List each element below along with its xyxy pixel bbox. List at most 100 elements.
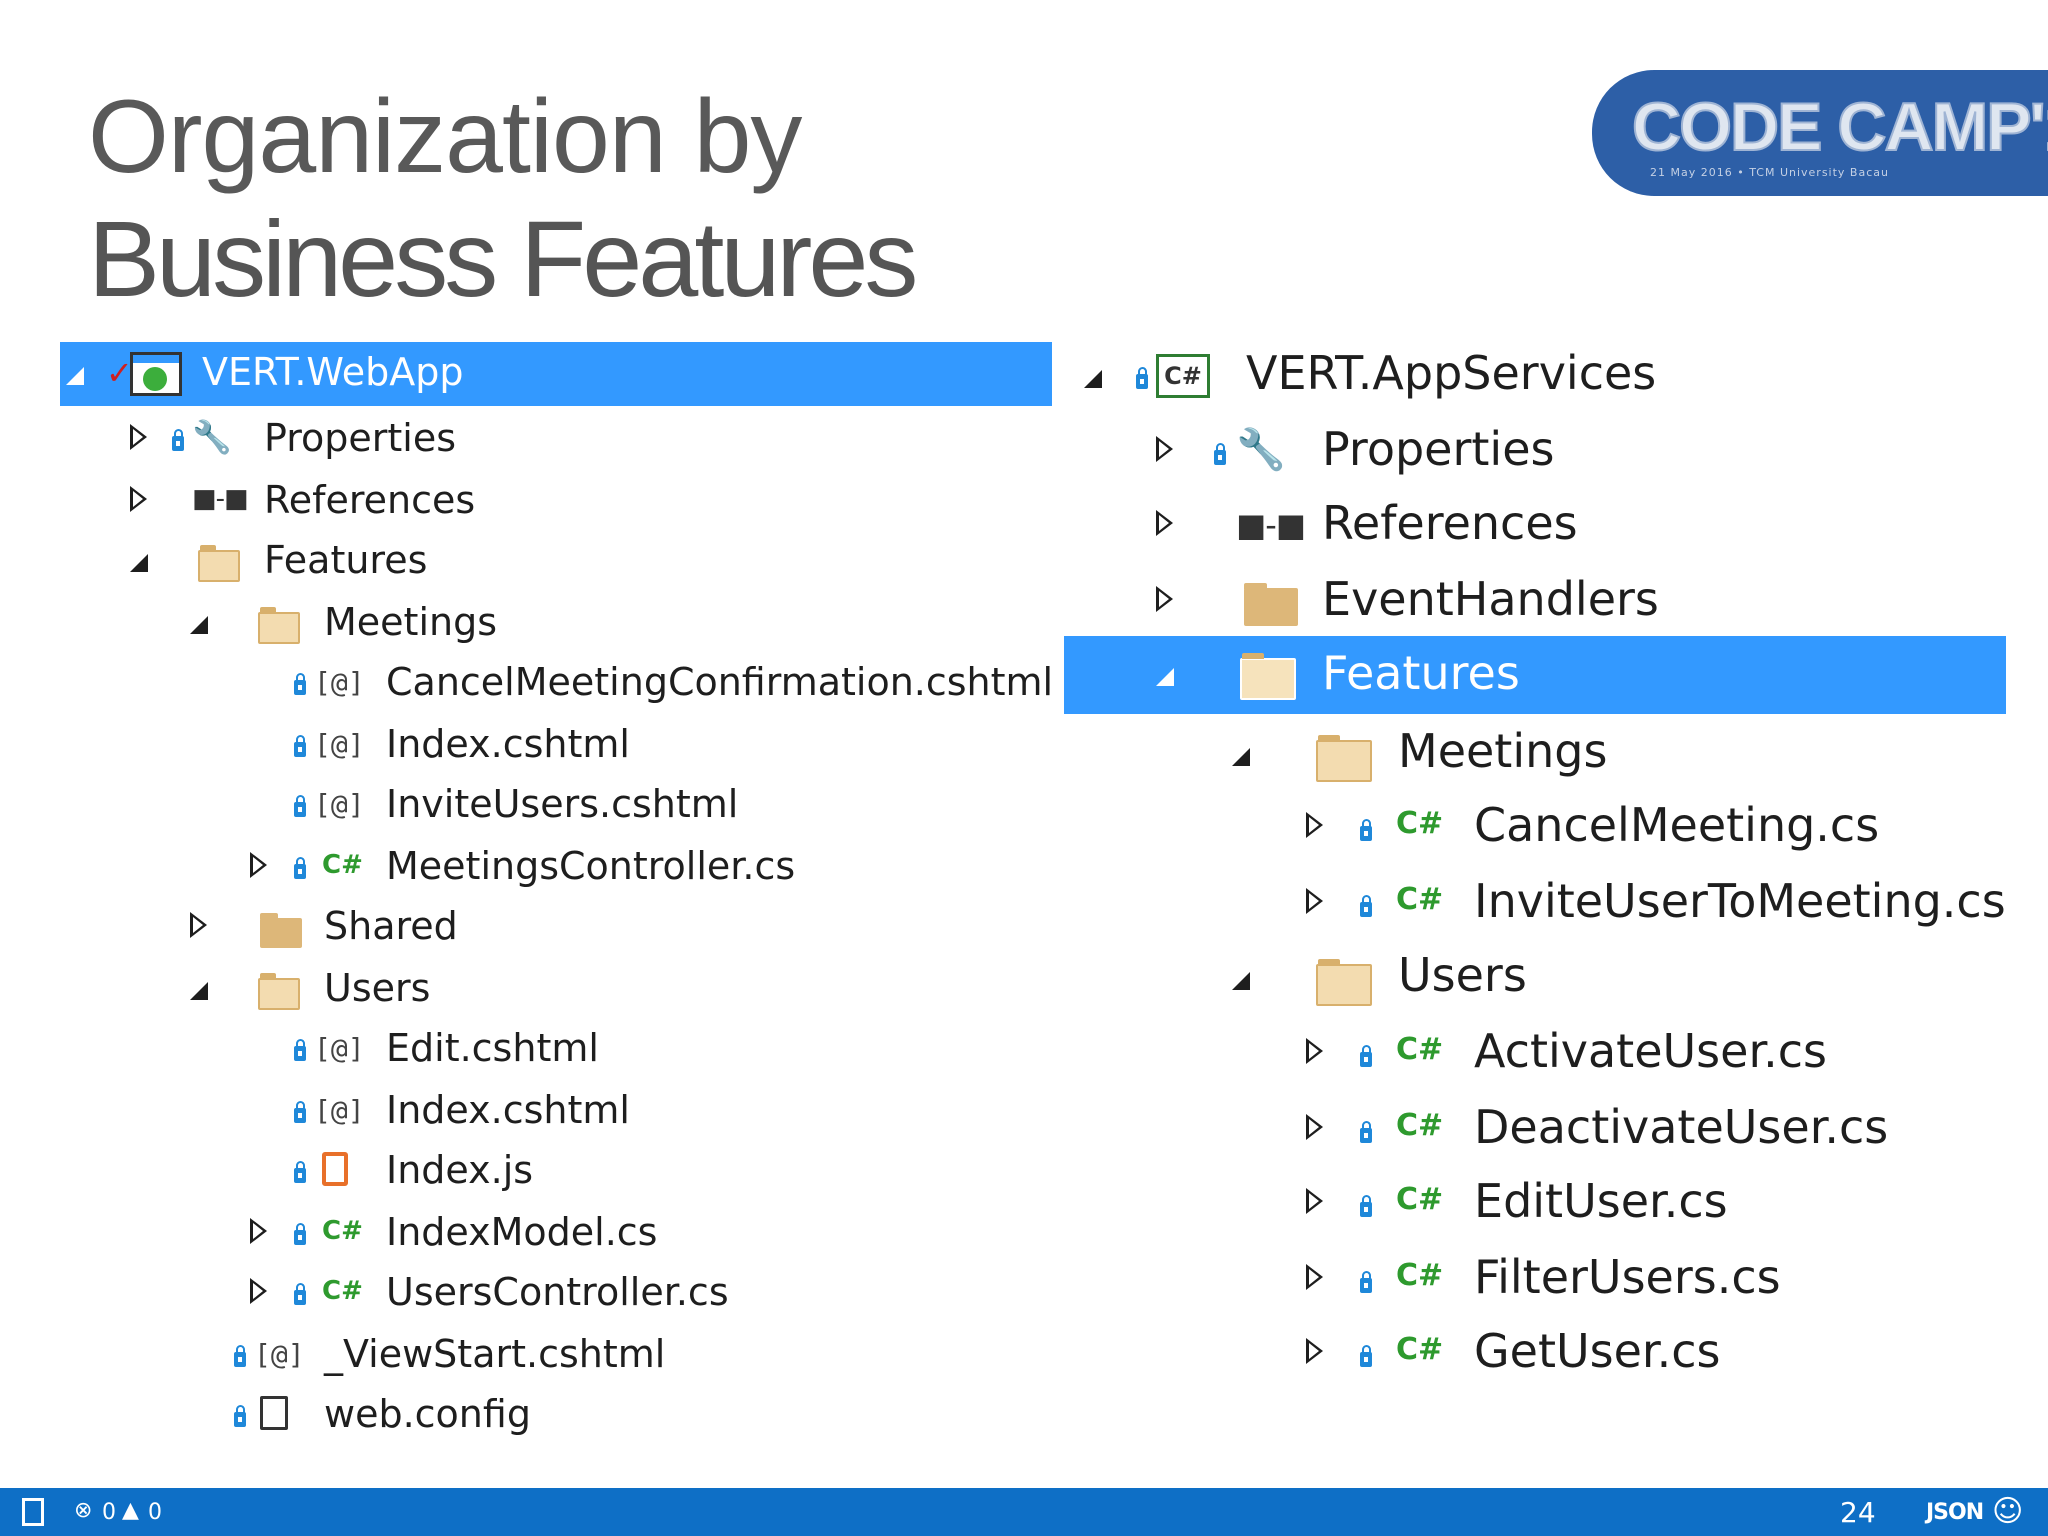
tree-node-users[interactable]: Users: [1064, 942, 2006, 1012]
tree-node-filter-users[interactable]: C# FilterUsers.cs: [1064, 1244, 2006, 1314]
error-icon[interactable]: ⊗: [74, 1498, 92, 1523]
open-folder-icon: [258, 973, 300, 1010]
tree-node-users-index-js[interactable]: Index.js: [60, 1142, 1052, 1198]
logo-text: CODE CAMP'16: [1631, 88, 2048, 166]
document-icon[interactable]: [22, 1498, 44, 1526]
tree-node-index-model[interactable]: C# IndexModel.cs: [60, 1204, 1052, 1260]
lock-icon: [234, 1345, 246, 1367]
tree-node-label: VERT.AppServices: [1246, 346, 1657, 400]
expand-arrow-icon[interactable]: [1156, 668, 1174, 686]
csharp-file-icon: C#: [1396, 882, 1444, 917]
warning-icon[interactable]: ▲: [122, 1498, 139, 1523]
lock-icon: [1360, 819, 1372, 841]
csharp-file-icon: C#: [1396, 1258, 1444, 1293]
language-mode[interactable]: JSON: [1926, 1500, 1984, 1525]
csharp-file-icon: C#: [322, 1276, 363, 1306]
warning-count[interactable]: 0: [148, 1500, 162, 1525]
open-folder-icon: [1316, 735, 1372, 782]
expand-arrow-icon[interactable]: [66, 367, 84, 385]
tree-node-cancel-meeting[interactable]: C# CancelMeeting.cs: [1064, 792, 2006, 862]
tree-node-users-controller[interactable]: C# UsersController.cs: [60, 1264, 1052, 1320]
tree-node-invite-user[interactable]: C# InviteUserToMeeting.cs: [1064, 868, 2006, 938]
lock-icon: [1360, 895, 1372, 917]
lock-icon: [294, 673, 306, 695]
collapsed-arrow-icon[interactable]: [1306, 812, 1323, 838]
references-icon: ■-■: [192, 484, 249, 514]
tree-node-activate-user[interactable]: C# ActivateUser.cs: [1064, 1018, 2006, 1088]
tree-node-vert-webapp[interactable]: ✓ VERT.WebApp: [60, 342, 1052, 406]
error-count[interactable]: 0: [102, 1500, 116, 1525]
collapsed-arrow-icon[interactable]: [1306, 1338, 1323, 1364]
collapsed-arrow-icon[interactable]: [250, 1278, 267, 1304]
lock-icon: [172, 429, 184, 451]
tree-node-references[interactable]: ■-■ References: [1064, 490, 2006, 560]
tree-node-viewstart[interactable]: [@] _ViewStart.cshtml: [60, 1326, 1052, 1382]
tree-node-deactivate-user[interactable]: C# DeactivateUser.cs: [1064, 1094, 2006, 1164]
collapsed-arrow-icon[interactable]: [1156, 586, 1173, 612]
collapsed-arrow-icon[interactable]: [1306, 1114, 1323, 1140]
collapsed-arrow-icon[interactable]: [130, 486, 147, 512]
tree-node-webconfig[interactable]: web.config: [60, 1386, 1052, 1442]
lock-icon: [1214, 443, 1226, 465]
expand-arrow-icon[interactable]: [190, 982, 208, 1000]
collapsed-arrow-icon[interactable]: [250, 852, 267, 878]
tree-node-vert-appservices[interactable]: C# VERT.AppServices: [1064, 340, 2006, 410]
tree-node-properties[interactable]: 🔧 Properties: [1064, 416, 2006, 486]
collapsed-arrow-icon[interactable]: [1306, 1264, 1323, 1290]
checkmark-icon: ✓: [106, 354, 133, 392]
tree-node-users-index[interactable]: [@] Index.cshtml: [60, 1082, 1052, 1138]
collapsed-arrow-icon[interactable]: [190, 912, 207, 938]
expand-arrow-icon[interactable]: [190, 616, 208, 634]
tree-node-label: CancelMeetingConfirmation.cshtml: [386, 660, 1054, 704]
expand-arrow-icon[interactable]: [1232, 748, 1250, 766]
lock-icon: [294, 1283, 306, 1305]
tree-node-invite-users[interactable]: [@] InviteUsers.cshtml: [60, 776, 1052, 832]
tree-node-meetings[interactable]: Meetings: [60, 594, 1052, 650]
collapsed-arrow-icon[interactable]: [130, 424, 147, 450]
collapsed-arrow-icon[interactable]: [1156, 510, 1173, 536]
lock-icon: [294, 1101, 306, 1123]
collapsed-arrow-icon[interactable]: [1156, 436, 1173, 462]
logo-subtitle: 21 May 2016 • TCM University Bacau: [1650, 166, 1889, 179]
collapsed-arrow-icon[interactable]: [1306, 1038, 1323, 1064]
status-bar: ⊗ 0 ▲ 0 24 JSON ☺: [0, 1488, 2048, 1536]
csharp-file-icon: C#: [1396, 1108, 1444, 1143]
expand-arrow-icon[interactable]: [130, 554, 148, 572]
collapsed-arrow-icon[interactable]: [1306, 1188, 1323, 1214]
tree-node-references[interactable]: ■-■ References: [60, 472, 1052, 528]
tree-node-meetings[interactable]: Meetings: [1064, 718, 2006, 788]
wrench-icon: 🔧: [1236, 427, 1286, 473]
tree-node-properties[interactable]: 🔧 Properties: [60, 410, 1052, 466]
collapsed-arrow-icon[interactable]: [1306, 888, 1323, 914]
tree-node-users-edit[interactable]: [@] Edit.cshtml: [60, 1020, 1052, 1076]
razor-file-icon: [@]: [314, 788, 365, 821]
lock-icon: [294, 857, 306, 879]
tree-node-label: Features: [1322, 646, 1520, 700]
lock-icon: [294, 735, 306, 757]
tree-node-features[interactable]: Features: [1064, 636, 2006, 714]
feedback-smiley-icon[interactable]: ☺: [1992, 1494, 2023, 1529]
tree-node-features[interactable]: Features: [60, 532, 1052, 588]
expand-arrow-icon[interactable]: [1232, 972, 1250, 990]
tree-node-label: Index.cshtml: [386, 1088, 630, 1132]
open-folder-icon: [1316, 959, 1372, 1006]
tree-node-label: Edit.cshtml: [386, 1026, 599, 1070]
wrench-icon: 🔧: [192, 418, 232, 456]
tree-node-edit-user[interactable]: C# EditUser.cs: [1064, 1168, 2006, 1238]
tree-node-users[interactable]: Users: [60, 960, 1052, 1016]
tree-node-meetings-controller[interactable]: C# MeetingsController.cs: [60, 838, 1052, 894]
tree-node-label: Properties: [264, 416, 457, 460]
csharp-file-icon: C#: [1396, 1182, 1444, 1217]
tree-node-cancel-confirmation[interactable]: [@] CancelMeetingConfirmation.cshtml: [60, 654, 1054, 710]
tree-node-shared[interactable]: Shared: [60, 898, 1052, 954]
tree-node-event-handlers[interactable]: EventHandlers: [1064, 566, 2006, 636]
tree-node-get-user[interactable]: C# GetUser.cs: [1064, 1318, 2006, 1388]
expand-arrow-icon[interactable]: [1084, 370, 1102, 388]
csharp-file-icon: C#: [322, 1216, 363, 1246]
collapsed-arrow-icon[interactable]: [250, 1218, 267, 1244]
razor-file-icon: [@]: [254, 1338, 305, 1371]
lock-icon: [294, 1161, 306, 1183]
references-icon: ■-■: [1236, 506, 1306, 544]
open-folder-icon: [198, 545, 240, 582]
tree-node-meetings-index[interactable]: [@] Index.cshtml: [60, 716, 1052, 772]
